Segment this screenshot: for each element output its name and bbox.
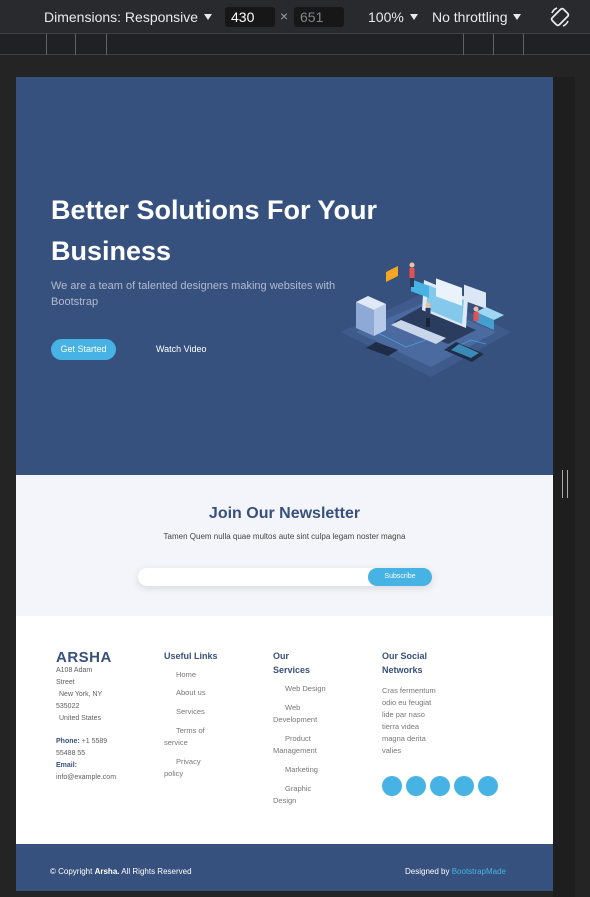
linkedin-icon[interactable] (478, 776, 498, 796)
newsletter-description: Tamen Quem nulla quae multos aute sint c… (163, 532, 406, 541)
address-line: Street (56, 679, 75, 686)
service-link-marketing[interactable]: Marketing (273, 764, 343, 776)
social-text: Cras fermentum odio eu feugiat lide par … (382, 686, 436, 755)
designed-by-label: Designed by (405, 867, 450, 876)
designer-link[interactable]: BootstrapMade (452, 867, 506, 876)
device-viewport: Better Solutions For Your Business We ar… (16, 77, 553, 891)
newsletter-title: Join Our Newsletter (208, 505, 361, 522)
useful-links-title: Useful Links (164, 651, 218, 661)
social-column: Our Social Networks Cras fermentum odio … (382, 649, 462, 757)
email-value: info@example.com (56, 774, 117, 781)
copyright-prefix: © Copyright (50, 867, 93, 876)
dimensions-label: Dimensions: Responsive (44, 9, 199, 25)
throttle-label: No throttling (432, 9, 508, 25)
services-column: Our Services Web Design Web Development … (273, 649, 343, 807)
hero-section: Better Solutions For Your Business We ar… (16, 77, 553, 475)
copyright-brand: Arsha. (94, 867, 120, 876)
useful-links-column: Useful Links Home About us Services Term… (164, 649, 254, 780)
footer-brand: ARSHA (56, 649, 112, 666)
social-title: Our Social Networks (382, 651, 428, 675)
services-title: Our Services (273, 651, 311, 675)
chevron-down-icon (204, 14, 213, 20)
address-line: A108 Adam (56, 667, 93, 674)
credits: Designed by BootstrapMade (405, 867, 506, 876)
devtools-toolbar: Dimensions: Responsive × 100% No throttl… (0, 0, 590, 33)
watch-video-button[interactable]: Watch Video (156, 339, 207, 360)
chevron-down-icon (409, 14, 418, 20)
skype-icon[interactable] (454, 776, 474, 796)
rotate-icon[interactable] (548, 5, 572, 29)
zoom-label: 100% (368, 9, 404, 25)
height-input[interactable] (294, 7, 344, 27)
dimensions-dropdown[interactable]: Dimensions: Responsive (44, 9, 213, 25)
footer-link-about[interactable]: About us (164, 687, 254, 699)
phone-line: Phone: +1 5589 55488 55 (56, 736, 116, 760)
subscribe-button[interactable]: Subscribe (368, 568, 432, 586)
media-query-ruler (0, 33, 590, 55)
copyright: © Copyright Arsha. All Rights Reserved (50, 867, 192, 876)
hero-illustration (341, 262, 511, 377)
email-line: Email: (56, 760, 116, 772)
service-link-product[interactable]: Product Management (273, 733, 325, 757)
address-line: New York, NY (59, 691, 103, 698)
facebook-icon[interactable] (406, 776, 426, 796)
chevron-down-icon (513, 14, 522, 20)
service-link-graphic[interactable]: Graphic Design (273, 783, 321, 807)
zoom-dropdown[interactable]: 100% (368, 9, 418, 25)
footer-bottom: © Copyright Arsha. All Rights Reserved D… (16, 844, 553, 891)
social-links (382, 776, 502, 801)
throttle-dropdown[interactable]: No throttling (432, 9, 522, 25)
email-label: Email: (56, 762, 78, 769)
width-input[interactable] (225, 7, 275, 27)
footer-link-services[interactable]: Services (164, 706, 254, 718)
address-line: United States (59, 715, 102, 722)
footer-top: ARSHA A108 Adam Street New York, NY 5350… (16, 616, 553, 844)
footer-contact: A108 Adam Street New York, NY 535022 Uni… (56, 665, 116, 784)
twitter-icon[interactable] (382, 776, 402, 796)
copyright-suffix: All Rights Reserved (121, 867, 192, 876)
newsletter-email-input[interactable] (146, 570, 366, 584)
service-link-web-design[interactable]: Web Design (273, 683, 343, 695)
resize-handle[interactable] (562, 470, 568, 498)
footer-link-terms[interactable]: Terms of service (164, 725, 214, 749)
phone-label: Phone: (56, 738, 80, 745)
address-line: 535022 (56, 703, 80, 710)
times-separator: × (280, 8, 289, 24)
footer-link-privacy[interactable]: Privacy policy (164, 756, 212, 780)
instagram-icon[interactable] (430, 776, 450, 796)
hero-subtitle: We are a team of talented designers maki… (51, 280, 336, 308)
get-started-button[interactable]: Get Started (51, 339, 116, 360)
footer-link-home[interactable]: Home (164, 669, 254, 681)
newsletter-form: Subscribe (138, 568, 432, 586)
service-link-web-dev[interactable]: Web Development (273, 702, 323, 726)
newsletter-section: Join Our Newsletter Tamen Quem nulla qua… (16, 475, 553, 616)
